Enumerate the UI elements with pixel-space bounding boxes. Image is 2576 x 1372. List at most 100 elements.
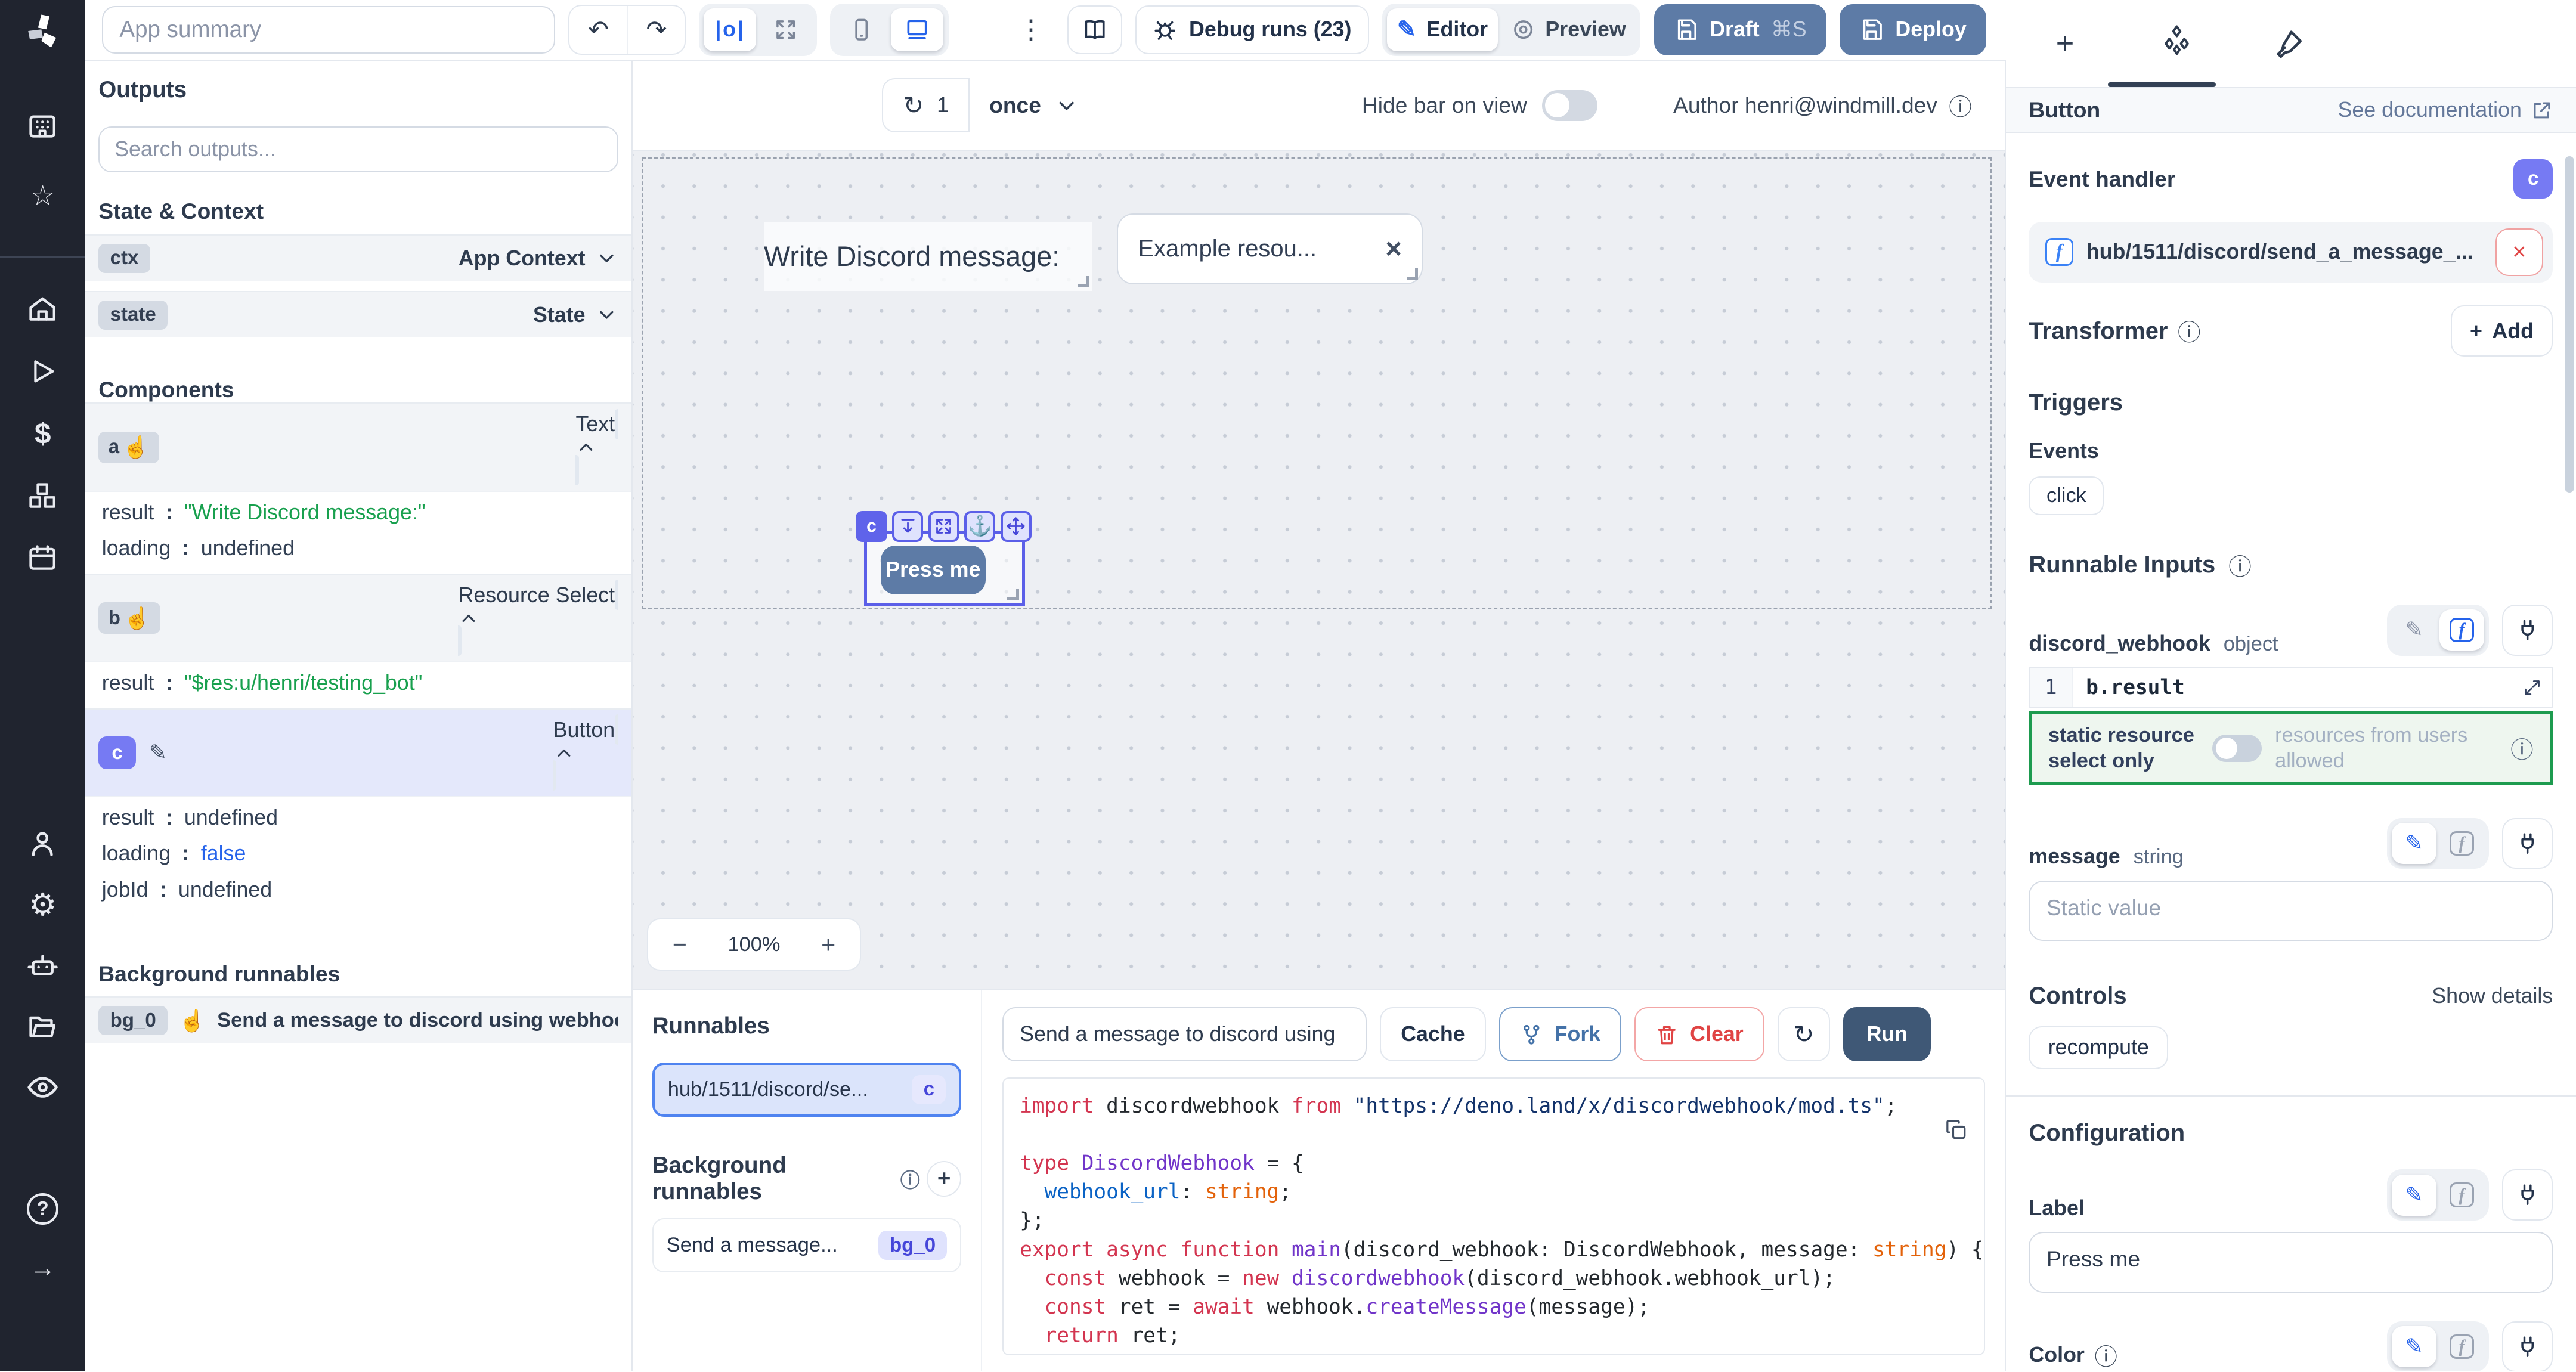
static-mode-button[interactable]: ✎	[2392, 1175, 2436, 1216]
add-bg-runnable-button[interactable]: +	[927, 1161, 962, 1197]
redo-button[interactable]: ↷	[627, 6, 685, 54]
press-me-button[interactable]: Press me	[881, 546, 986, 595]
label-value-input[interactable]: Press me	[2029, 1232, 2553, 1293]
cache-button[interactable]: Cache	[1380, 1007, 1486, 1061]
info-icon[interactable]: ⓘ	[1949, 89, 1972, 122]
refresh-count-button[interactable]: ↻ 1	[882, 78, 970, 132]
event-click-badge: click	[2029, 476, 2104, 515]
static-mode-button[interactable]: ✎	[2392, 609, 2436, 651]
component-type-title: Button	[2029, 97, 2100, 123]
app-canvas[interactable]: Write Discord message: Example resou... …	[633, 151, 2005, 989]
fork-button[interactable]: Fork	[1499, 1007, 1622, 1061]
plug-icon-button[interactable]	[2502, 818, 2553, 869]
users-icon[interactable]	[23, 826, 63, 863]
expression-editor[interactable]: 1 b.result	[2029, 667, 2553, 708]
deploy-button[interactable]: Deploy	[1840, 4, 1986, 55]
desktop-view-button[interactable]	[891, 8, 943, 51]
zoom-in-button[interactable]: +	[797, 931, 860, 959]
expand-down-button[interactable]	[892, 511, 923, 542]
tab-styling[interactable]	[2272, 28, 2305, 59]
see-documentation-link[interactable]: See documentation	[2337, 98, 2553, 122]
text-component[interactable]: Write Discord message:	[764, 222, 1092, 291]
fullscreen-component-button[interactable]	[928, 511, 959, 542]
panel-scrollbar[interactable]	[2565, 156, 2575, 493]
static-resource-label: static resource select only	[2048, 723, 2199, 774]
event-handler-runnable[interactable]: f hub/1511/discord/send_a_message_... ×	[2029, 222, 2553, 283]
collapse-sidebar-icon[interactable]: →	[23, 1250, 63, 1286]
workspace-icon[interactable]	[23, 109, 63, 145]
expand-icon	[773, 17, 798, 42]
variables-icon[interactable]: $	[23, 416, 63, 452]
plug-icon-button[interactable]	[2502, 1169, 2553, 1220]
static-mode-button[interactable]: ✎	[2392, 823, 2436, 864]
zoom-out-button[interactable]: −	[648, 931, 711, 959]
connect-mode-button[interactable]: f	[2439, 609, 2484, 651]
runnable-name-input[interactable]	[1002, 1007, 1367, 1061]
remove-runnable-button[interactable]: ×	[2496, 228, 2543, 276]
folders-icon[interactable]	[23, 1008, 63, 1045]
component-b-header[interactable]: b☝ Resource Select	[85, 574, 631, 661]
audit-eye-icon[interactable]	[23, 1069, 63, 1105]
preview-eye-icon	[1511, 17, 1535, 42]
app-summary-input[interactable]	[102, 6, 555, 54]
component-a-header[interactable]: a☝ Text	[85, 402, 631, 490]
copy-code-icon[interactable]	[1945, 1118, 1968, 1141]
connect-mode-button[interactable]: f	[2439, 823, 2484, 864]
undo-button[interactable]: ↶	[569, 6, 627, 54]
workers-robot-icon[interactable]	[23, 948, 63, 984]
fullscreen-button[interactable]	[760, 8, 812, 51]
state-row[interactable]: state State	[85, 291, 631, 338]
preview-tab[interactable]: Preview	[1501, 8, 1636, 51]
plug-icon-button[interactable]	[2502, 605, 2553, 655]
refresh-interval-dropdown[interactable]: once	[970, 78, 1097, 132]
help-icon[interactable]: ?	[23, 1191, 63, 1227]
settings-gear-icon[interactable]: ⚙	[23, 887, 63, 924]
draft-button[interactable]: Draft⌘S	[1654, 4, 1826, 55]
more-menu-button[interactable]: ⋮	[1008, 14, 1054, 45]
static-resource-toggle[interactable]	[2212, 735, 2262, 763]
hide-bar-toggle[interactable]	[1542, 90, 1598, 121]
tab-component-settings[interactable]	[2160, 24, 2193, 63]
resize-handle[interactable]	[1078, 276, 1089, 287]
runs-icon[interactable]	[23, 353, 63, 389]
search-outputs-input[interactable]	[98, 126, 618, 172]
connect-mode-button[interactable]: f	[2439, 1175, 2484, 1216]
center-tool-button[interactable]: |o|	[704, 8, 756, 51]
tab-insert[interactable]: +	[2048, 26, 2081, 61]
selected-runnable-item[interactable]: hub/1511/discord/se... c	[652, 1063, 962, 1117]
favorites-star-icon[interactable]: ☆	[23, 178, 63, 214]
plug-icon-button[interactable]	[2502, 1321, 2553, 1372]
bg-runnable-item[interactable]: Send a message... bg_0	[652, 1218, 962, 1272]
clear-button[interactable]: Clear	[1634, 1007, 1764, 1061]
docs-button[interactable]	[1067, 5, 1122, 55]
resize-handle[interactable]	[1007, 589, 1018, 600]
bg-runnable-row[interactable]: bg_0 ☝ Send a message to discord using w…	[85, 996, 631, 1043]
schedules-icon[interactable]	[23, 540, 63, 577]
mobile-view-button[interactable]	[835, 8, 888, 51]
connect-mode-button[interactable]: f	[2439, 1326, 2484, 1367]
message-static-value-input[interactable]	[2029, 881, 2553, 941]
component-c-header[interactable]: c✎ Button	[85, 708, 631, 796]
debug-runs-button[interactable]: Debug runs (23)	[1135, 5, 1369, 55]
home-icon[interactable]	[23, 291, 63, 327]
add-transformer-button[interactable]: +Add	[2451, 305, 2553, 356]
run-button[interactable]: Run	[1843, 1007, 1931, 1061]
move-button[interactable]	[1001, 511, 1032, 542]
recompute-control[interactable]: recompute	[2029, 1026, 2168, 1070]
anchor-button[interactable]: ⚓	[964, 511, 995, 542]
reload-code-button[interactable]: ↻	[1778, 1007, 1830, 1061]
desktop-icon	[904, 17, 930, 43]
ctx-row[interactable]: ctx App Context	[85, 234, 631, 281]
editor-tab[interactable]: ✎Editor	[1387, 8, 1497, 51]
clear-selection-icon[interactable]: ×	[1385, 233, 1401, 265]
resize-handle[interactable]	[1407, 268, 1418, 280]
hand-pointer-icon: ☝	[123, 435, 150, 460]
windmill-logo-icon[interactable]	[23, 11, 63, 56]
pencil-icon[interactable]: ✎	[149, 741, 167, 765]
expand-editor-icon[interactable]	[2516, 671, 2549, 704]
static-mode-button[interactable]: ✎	[2392, 1326, 2436, 1367]
resource-select-component[interactable]: Example resou... ×	[1117, 213, 1422, 284]
resources-icon[interactable]	[23, 478, 63, 515]
show-details-link[interactable]: Show details	[2432, 984, 2553, 1008]
code-editor[interactable]: import discordwebhook from "https://deno…	[1002, 1077, 1985, 1355]
